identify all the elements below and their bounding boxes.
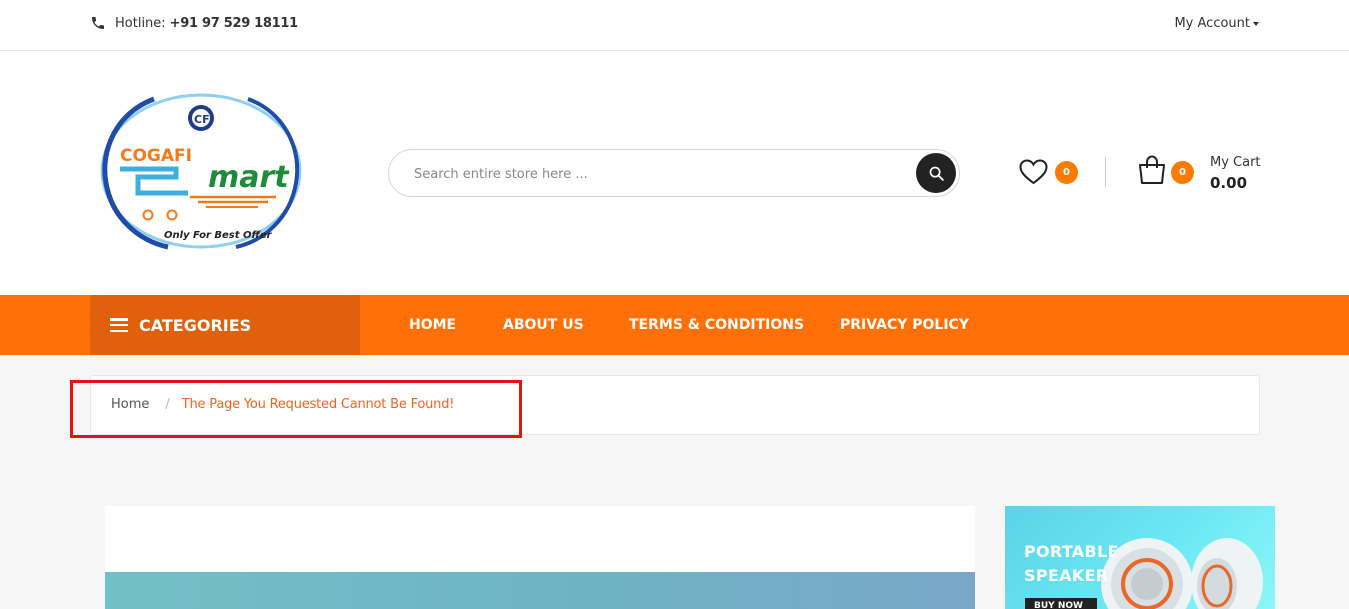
search-icon: [929, 166, 944, 181]
breadcrumb-separator: /: [165, 397, 170, 412]
cart-button[interactable]: 0 My Cart 0.00: [1137, 149, 1267, 197]
site-logo[interactable]: CF COGAFI mart Only For Best Offer: [98, 91, 304, 251]
buy-now-button[interactable]: BUY NOW: [1025, 598, 1097, 609]
logo-brand-cogafi: COGAFI: [120, 146, 192, 166]
nav-terms-conditions[interactable]: TERMS & CONDITIONS: [629, 317, 804, 333]
phone-icon: [92, 17, 104, 29]
search-box: [388, 149, 960, 197]
cart-count-badge: 0: [1171, 161, 1194, 184]
categories-label: CATEGORIES: [139, 315, 252, 335]
site-header: CF COGAFI mart Only For Best Offer 0: [0, 51, 1349, 295]
hotline: Hotline: +91 97 529 18111: [90, 15, 298, 31]
hamburger-icon: [110, 318, 128, 332]
logo-brand-mart: mart: [208, 160, 290, 195]
wishlist-count-badge: 0: [1055, 161, 1078, 184]
breadcrumb: Home / The Page You Requested Cannot Be …: [90, 375, 1260, 435]
search-input[interactable]: [414, 163, 894, 185]
shopping-bag-icon: [1139, 155, 1165, 184]
breadcrumb-current: The Page You Requested Cannot Be Found!: [181, 397, 455, 412]
nav-privacy-policy[interactable]: PRIVACY POLICY: [840, 317, 969, 333]
breadcrumb-home[interactable]: Home: [111, 397, 149, 412]
side-banner-portable-speaker[interactable]: PORTABLE SPEAKER BUY NOW: [1005, 506, 1275, 609]
side-banner-title: PORTABLE SPEAKER: [1024, 542, 1119, 585]
top-bar: Hotline: +91 97 529 18111 My Account: [0, 0, 1349, 51]
main-banner-image[interactable]: [105, 572, 975, 609]
hotline-label: Hotline:: [115, 15, 166, 31]
breadcrumb-trail: Home / The Page You Requested Cannot Be …: [111, 397, 454, 412]
main-content-panel: [105, 506, 975, 609]
wishlist-button[interactable]: 0: [1019, 155, 1081, 191]
logo-monogram: CF: [194, 113, 210, 126]
hotline-number[interactable]: +91 97 529 18111: [170, 16, 299, 31]
nav-about-us[interactable]: ABOUT US: [503, 317, 584, 333]
header-divider: [1105, 157, 1106, 187]
main-navigation: CATEGORIES HOME ABOUT US TERMS & CONDITI…: [0, 295, 1349, 355]
categories-menu[interactable]: CATEGORIES: [90, 295, 360, 355]
logo-tagline: Only For Best Offer: [164, 230, 273, 241]
my-account-label: My Account: [1174, 16, 1250, 31]
nav-home[interactable]: HOME: [409, 317, 456, 333]
search-button[interactable]: [916, 153, 956, 193]
cart-total: 0.00: [1210, 174, 1248, 192]
cart-label: My Cart: [1210, 155, 1261, 170]
caret-down-icon: [1253, 22, 1259, 26]
heart-icon: [1019, 159, 1048, 185]
my-account-dropdown[interactable]: My Account: [1174, 16, 1259, 31]
